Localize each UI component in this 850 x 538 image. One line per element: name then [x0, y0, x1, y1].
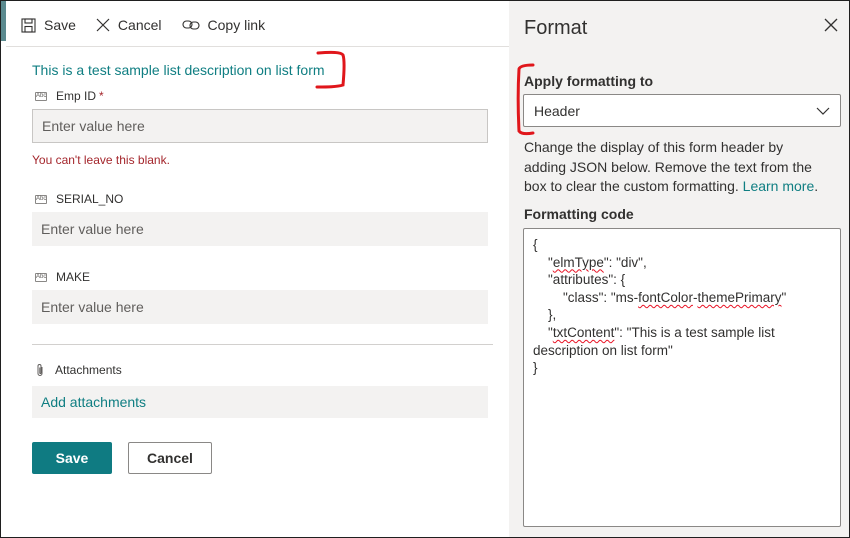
form-pane: Save Cancel Copy link This is a test sam… — [1, 1, 509, 537]
copy-link-label: Copy link — [207, 17, 266, 33]
empid-input[interactable]: Enter value here — [32, 109, 488, 143]
save-command[interactable]: Save — [11, 9, 86, 41]
add-attachments-button[interactable]: Add attachments — [32, 386, 488, 418]
cancel-button[interactable]: Cancel — [128, 442, 212, 474]
cancel-command-label: Cancel — [117, 17, 162, 33]
empid-error-message: You can't leave this blank. — [32, 153, 170, 167]
code-token: " — [781, 289, 787, 305]
paperclip-icon — [37, 364, 43, 376]
code-token: ": "div", — [603, 254, 647, 270]
code-line: }, — [533, 307, 557, 323]
save-command-label: Save — [44, 17, 76, 33]
format-panel: Format Apply formatting to Header Change… — [509, 1, 849, 537]
code-line: } — [533, 360, 538, 376]
command-bar: Save Cancel Copy link — [11, 9, 275, 41]
serial-no-input[interactable]: Enter value here — [32, 212, 488, 246]
close-panel-icon[interactable] — [821, 15, 841, 35]
link-icon — [181, 20, 200, 30]
code-line: "attributes": { — [533, 272, 626, 288]
save-icon — [21, 17, 36, 33]
formatting-code-label: Formatting code — [524, 206, 634, 222]
make-label-text: MAKE — [56, 270, 91, 284]
cancel-command[interactable]: Cancel — [86, 9, 172, 41]
make-placeholder: Enter value here — [41, 299, 144, 315]
code-token: txtContent — [552, 324, 615, 340]
section-divider — [32, 344, 493, 345]
empid-label-text: Emp ID — [56, 89, 97, 103]
code-token: themePrimary — [697, 289, 782, 305]
accent-bar — [1, 1, 6, 41]
help-text: Change the display of this form header b… — [524, 138, 824, 197]
apply-formatting-dropdown[interactable]: Header — [523, 94, 841, 127]
command-bar-divider — [6, 46, 509, 47]
help-period: . — [814, 178, 819, 194]
dropdown-value: Header — [534, 102, 580, 119]
code-token: "class": "ms- — [533, 289, 639, 305]
attachments-label-text: Attachments — [55, 363, 122, 377]
save-button[interactable]: Save — [32, 442, 112, 474]
text-field-icon: Abc — [35, 194, 47, 204]
empid-label: Abc Emp ID * — [35, 89, 104, 103]
apply-formatting-label: Apply formatting to — [524, 73, 654, 89]
empid-placeholder: Enter value here — [42, 118, 145, 134]
learn-more-link[interactable]: Learn more — [743, 178, 815, 194]
serial-no-label-text: SERIAL_NO — [56, 192, 124, 206]
serial-no-label: Abc SERIAL_NO — [35, 192, 123, 206]
copy-link-command[interactable]: Copy link — [172, 9, 276, 41]
attachments-label: Attachments — [35, 363, 122, 377]
code-token: elmType — [552, 254, 604, 270]
text-field-icon: Abc — [35, 272, 47, 282]
serial-no-placeholder: Enter value here — [41, 221, 144, 237]
formatting-code-editor[interactable]: { "elmType": "div", "attributes": { "cla… — [523, 228, 841, 527]
chevron-down-icon — [816, 107, 830, 115]
code-token: " — [533, 254, 553, 270]
code-line: { — [533, 237, 538, 252]
make-input[interactable]: Enter value here — [32, 290, 488, 324]
code-token: " — [533, 324, 553, 340]
make-label: Abc MAKE — [35, 270, 90, 284]
form-description: This is a test sample list description o… — [32, 62, 325, 78]
text-field-icon: Abc — [35, 91, 47, 101]
code-token: fontColor — [638, 289, 693, 305]
close-icon — [96, 18, 110, 32]
panel-title: Format — [524, 17, 588, 39]
required-marker: * — [99, 89, 104, 103]
